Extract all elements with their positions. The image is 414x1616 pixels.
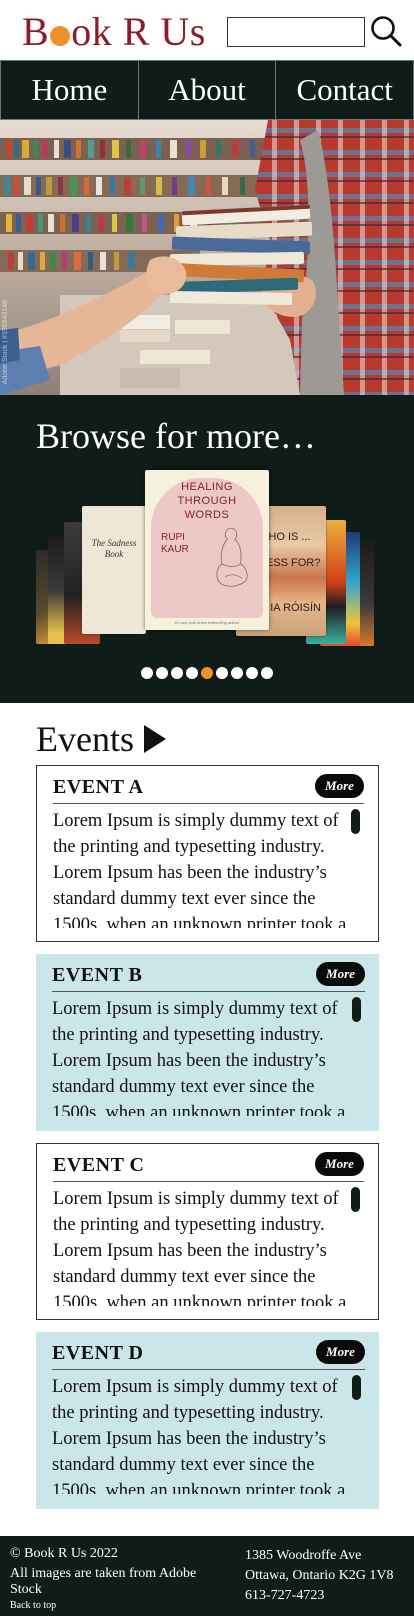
footer-copyright: © Book R Us 2022 [10, 1546, 118, 1561]
event-more-button[interactable]: More [316, 1340, 365, 1364]
book-carousel[interactable]: The Sadness Book WHO IS ... NESS FOR? ..… [0, 470, 414, 660]
event-scrollbar[interactable] [351, 1187, 360, 1212]
carousel-dot[interactable] [141, 667, 153, 679]
main-nav: Home About Contact [0, 60, 414, 120]
browse-title: Browse for more… [36, 416, 316, 456]
search-input[interactable] [227, 17, 365, 47]
event-title: EVENT B [52, 964, 143, 986]
carousel-dot[interactable] [216, 667, 228, 679]
nav-about[interactable]: About [139, 61, 277, 119]
browse-section: Browse for more… The Sadness Book WHO IS… [0, 395, 414, 703]
carousel-dot[interactable] [231, 667, 243, 679]
nav-home[interactable]: Home [1, 61, 139, 119]
footer-image-credit: All images are taken from Adobe Stock [10, 1566, 197, 1597]
nav-contact[interactable]: Contact [276, 61, 413, 119]
event-more-button[interactable]: More [316, 962, 365, 986]
event-title: EVENT D [52, 1342, 144, 1364]
carousel-dot[interactable] [156, 667, 168, 679]
events-heading: Events [36, 718, 166, 760]
featured-book-tagline: #1 new york times bestselling author [174, 620, 240, 625]
footer-phone: 613-727-4723 [245, 1588, 325, 1603]
hero-image: Adobe Stock | #196943148 [0, 120, 414, 395]
footer-address-line2: Ottawa, Ontario K2G 1V8 [245, 1568, 394, 1583]
line-drawing-figure [216, 527, 248, 587]
carousel-dot[interactable] [246, 667, 258, 679]
search-icon[interactable] [369, 14, 403, 48]
footer-contact: 1385 Woodroffe Ave Ottawa, Ontario K2G 1… [245, 1546, 394, 1606]
logo-suffix: ok R Us [71, 9, 206, 54]
carousel-dot[interactable] [186, 667, 198, 679]
back-to-top-link[interactable]: Back to top [10, 1598, 230, 1614]
event-scrollbar[interactable] [352, 997, 361, 1022]
featured-book-title: HEALING THROUGH WORDS [177, 481, 237, 521]
site-footer: © Book R Us 2022 All images are taken fr… [0, 1536, 414, 1616]
carousel-dot[interactable] [261, 667, 273, 679]
event-card-c: EVENT C More Lorem Ipsum is simply dummy… [36, 1143, 379, 1320]
event-card-a: EVENT A More Lorem Ipsum is simply dummy… [36, 765, 379, 942]
event-card-b: EVENT B More Lorem Ipsum is simply dummy… [36, 954, 379, 1131]
event-description: Lorem Ipsum is simply dummy text of the … [53, 811, 347, 928]
event-more-button[interactable]: More [315, 774, 364, 798]
featured-book-author: RUPI KAUR [161, 532, 189, 555]
carousel-dot[interactable] [171, 667, 183, 679]
event-divider [53, 1181, 364, 1182]
events-title: Events [36, 719, 134, 759]
event-scrollbar[interactable] [352, 1375, 361, 1400]
footer-address-line1: 1385 Woodroffe Ave [245, 1548, 362, 1563]
hero-photo-illustration [0, 120, 414, 395]
featured-book[interactable]: HEALING THROUGH WORDS RUPI KAUR #1 new y… [145, 470, 269, 630]
event-description: Lorem Ipsum is simply dummy text of the … [53, 1189, 347, 1306]
play-arrow-icon[interactable] [143, 725, 166, 753]
footer-left: © Book R Us 2022 All images are taken fr… [10, 1546, 230, 1614]
site-header: Bok R Us [0, 0, 414, 60]
event-card-d: EVENT D More Lorem Ipsum is simply dummy… [36, 1332, 379, 1509]
site-logo[interactable]: Bok R Us [22, 8, 206, 56]
carousel-dots [141, 667, 273, 679]
event-divider [52, 1369, 365, 1370]
event-description: Lorem Ipsum is simply dummy text of the … [52, 1377, 346, 1494]
event-description: Lorem Ipsum is simply dummy text of the … [52, 999, 346, 1116]
event-more-button[interactable]: More [315, 1152, 364, 1176]
event-title: EVENT C [53, 1154, 145, 1176]
carousel-dot[interactable] [201, 667, 213, 679]
logo-prefix: B [22, 9, 50, 54]
book-title: The Sadness Book [91, 538, 137, 559]
logo-orange-dot [50, 26, 71, 46]
stock-watermark: Adobe Stock | #196943148 [2, 300, 9, 385]
event-divider [52, 991, 365, 992]
event-divider [53, 803, 364, 804]
event-scrollbar[interactable] [351, 809, 360, 834]
carousel-book-sadness[interactable]: The Sadness Book [82, 506, 146, 634]
event-title: EVENT A [53, 776, 144, 798]
